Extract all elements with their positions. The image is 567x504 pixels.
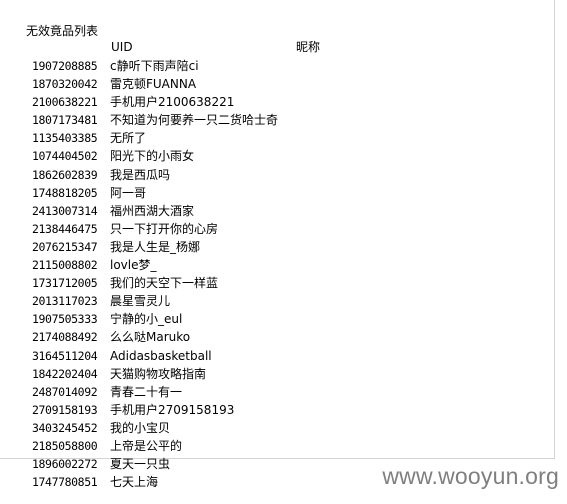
uid-cell: 1870320042: [32, 77, 98, 92]
nickname-cell: 我是西瓜吗: [110, 167, 171, 182]
uid-cell: 1907208885: [32, 59, 98, 73]
uid-cell: 3403245452: [32, 420, 98, 435]
nickname-cell: 么么哒Maruko: [110, 330, 191, 345]
uid-cell: 2185058800: [32, 438, 98, 453]
uid-cell: 1907505333: [32, 312, 98, 327]
nickname-cell: 宁静的小_eul: [110, 312, 183, 327]
uid-cell: 1862602839: [32, 167, 98, 182]
list-item: 2138446475 只一下打开你的心房: [32, 220, 278, 238]
list-item: 2115008802 lovle梦_: [32, 256, 278, 274]
uid-cell: 2138446475: [32, 221, 98, 236]
uid-cell: 2013117023: [32, 294, 98, 309]
nickname-cell: 我是人生是_杨娜: [110, 239, 201, 254]
nickname-cell: 夏天一只虫: [110, 457, 171, 472]
watermark: www.wooyun.org: [382, 463, 559, 489]
uid-cell: 1842202404: [32, 366, 98, 381]
uid-column-header: UID: [111, 40, 133, 54]
nickname-cell: 雷克顿FUANNA: [110, 77, 197, 92]
nickname-cell: 青春二十有一: [110, 384, 183, 399]
nickname-cell: 不知道为何要养一只二货哈士奇: [110, 113, 279, 128]
uid-cell: 2709158193: [32, 402, 98, 417]
uid-cell: 1135403385: [32, 131, 98, 146]
uid-cell: 1748818205: [32, 185, 98, 200]
list-item: 2185058800 上帝是公平的: [32, 437, 278, 455]
uid-cell: 1074404502: [32, 149, 98, 164]
uid-cell: 2115008802: [32, 258, 98, 273]
list-item: 1870320042 雷克顿FUANNA: [32, 75, 278, 93]
list-item: 2709158193 手机用户2709158193: [32, 401, 278, 419]
list-item: 1862602839 我是西瓜吗: [32, 166, 278, 184]
nickname-cell: c静听下雨声陪ci: [110, 59, 199, 73]
nickname-cell: 天猫购物攻略指南: [110, 366, 207, 381]
uid-cell: 1747780851: [32, 475, 98, 490]
nickname-cell: 只一下打开你的心房: [110, 221, 219, 236]
nickname-column-header: 昵称: [296, 40, 321, 54]
list-item: 2076215347 我是人生是_杨娜: [32, 238, 278, 256]
uid-cell: 2174088492: [32, 330, 98, 345]
nickname-cell: 阿一哥: [110, 185, 147, 200]
uid-cell: 2413007314: [32, 203, 98, 218]
list-item: 1074404502 阳光下的小雨女: [32, 147, 278, 165]
nickname-cell: Adidasbasketball: [110, 348, 212, 363]
list-item: 1748818205 阿一哥: [32, 184, 278, 202]
frame-edge-right: [554, 0, 555, 458]
nickname-cell: 无所了: [110, 131, 147, 146]
uid-cell: 3164511204: [32, 348, 98, 363]
nickname-cell: 七天上海: [110, 475, 159, 490]
list-item: 1731712005 我们的天空下一样蓝: [32, 274, 278, 292]
nickname-cell: 手机用户2100638221: [110, 95, 235, 110]
list-item: 1896002272 夏天一只虫: [32, 455, 278, 473]
list-title: 无效竟品列表: [26, 24, 99, 38]
uid-cell: 1731712005: [32, 276, 98, 291]
nickname-cell: 手机用户2709158193: [110, 402, 235, 417]
nickname-cell: 阳光下的小雨女: [110, 149, 195, 164]
list-item: 1907505333 宁静的小_eul: [32, 310, 278, 328]
uid-cell: 2100638221: [32, 95, 98, 110]
list-item: 3403245452 我的小宝贝: [32, 419, 278, 437]
list-item: 2174088492 么么哒Maruko: [32, 328, 278, 346]
nickname-cell: 晨星雪灵儿: [110, 294, 171, 309]
uid-cell: 1896002272: [32, 457, 98, 472]
uid-cell: 2076215347: [32, 239, 98, 254]
list-item: 1747780851 七天上海: [32, 473, 278, 491]
nickname-cell: lovle梦_: [110, 258, 157, 273]
nickname-cell: 我的小宝贝: [110, 420, 171, 435]
nickname-cell: 福州西湖大酒家: [110, 203, 195, 218]
list-item: 2013117023 晨星雪灵儿: [32, 292, 278, 310]
list-item: 1135403385 无所了: [32, 129, 278, 147]
list-item: 2413007314 福州西湖大酒家: [32, 202, 278, 220]
list-item: 1842202404 天猫购物攻略指南: [32, 365, 278, 383]
invalid-product-list: 1907208885 c静听下雨声陪ci 1870320042 雷克顿FUANNA 21…: [32, 57, 278, 491]
uid-cell: 1807173481: [32, 113, 98, 128]
list-item: 2100638221 手机用户2100638221: [32, 93, 278, 111]
nickname-cell: 上帝是公平的: [110, 438, 183, 453]
list-item: 1907208885 c静听下雨声陪ci: [32, 57, 278, 75]
uid-cell: 2487014092: [32, 384, 98, 399]
list-item: 1807173481 不知道为何要养一只二货哈士奇: [32, 111, 278, 129]
list-item: 2487014092 青春二十有一: [32, 383, 278, 401]
list-item: 3164511204 Adidasbasketball: [32, 347, 278, 365]
nickname-cell: 我们的天空下一样蓝: [110, 276, 219, 291]
